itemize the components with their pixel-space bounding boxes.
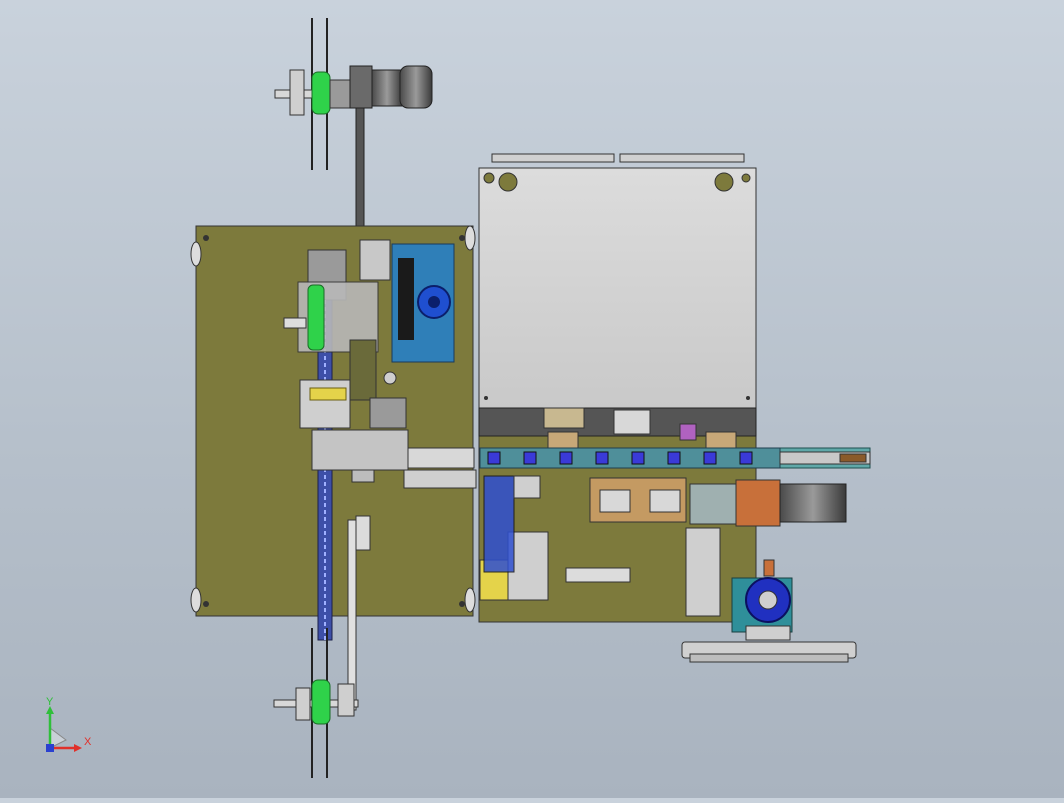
right-stepper-motor [689, 479, 847, 527]
x-axis-label: X [84, 736, 92, 748]
triad-axes [46, 706, 82, 752]
cad-viewport[interactable] [0, 0, 1064, 798]
assembly-drawing [190, 18, 871, 778]
coordinate-triad-icon: Y X [40, 696, 100, 760]
control-cabinet [478, 153, 757, 409]
bottom-spool-assembly [273, 628, 359, 778]
y-axis-label: Y [46, 696, 54, 708]
